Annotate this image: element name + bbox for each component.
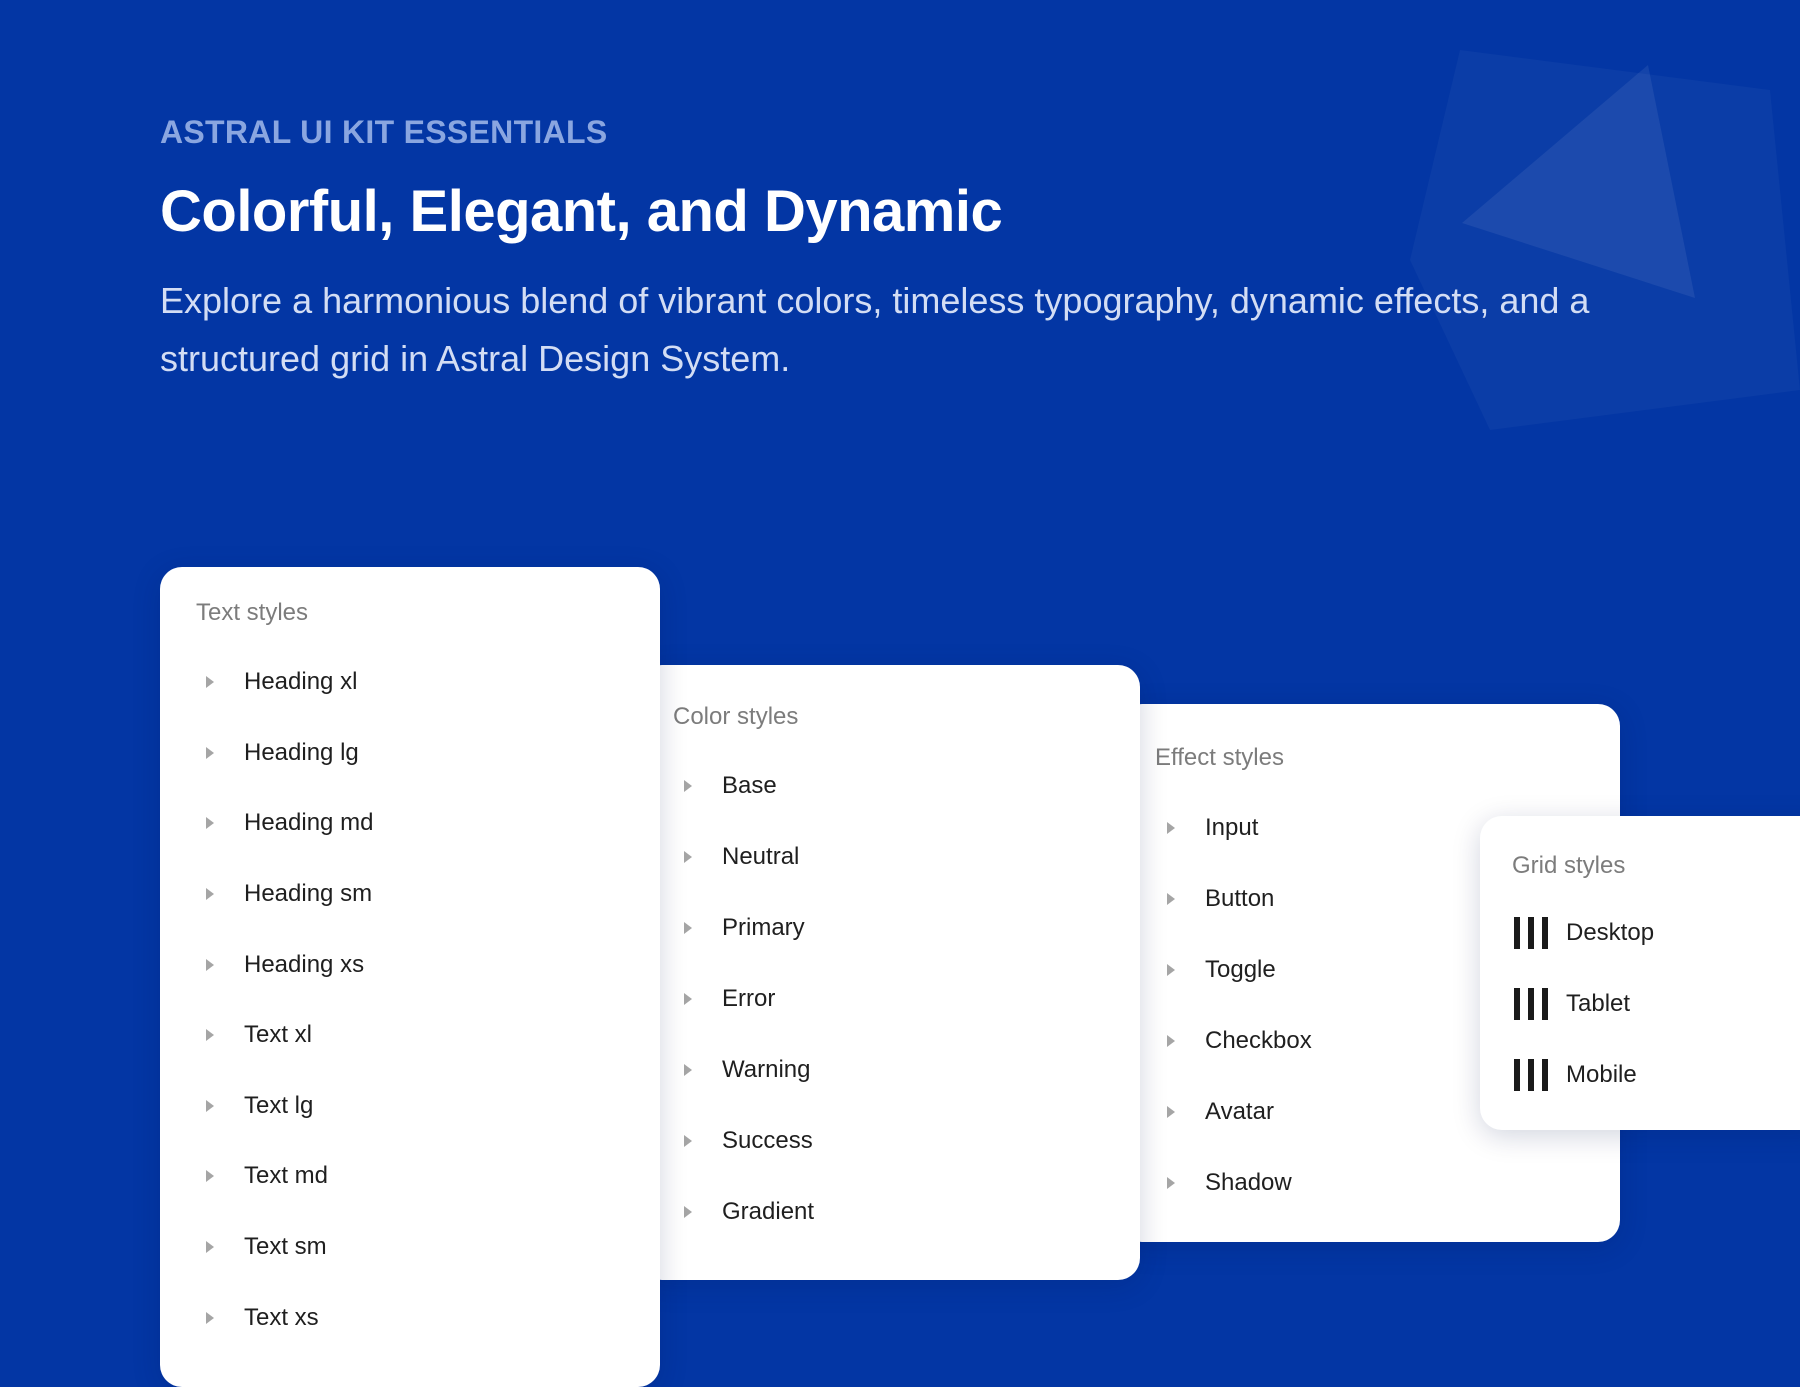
caret-right-icon <box>1167 1035 1175 1047</box>
color-style-gradient[interactable]: Gradient <box>670 1192 814 1232</box>
grid-columns-icon <box>1514 917 1548 949</box>
item-label: Text xl <box>244 1021 313 1048</box>
item-label: Heading xs <box>244 951 365 978</box>
item-label: Error <box>722 985 776 1012</box>
color-styles-panel: Color styles Base Neutral Primary Error … <box>640 665 1140 1280</box>
text-style-heading-md[interactable]: Heading md <box>192 803 373 843</box>
hero-eyebrow: ASTRAL UI KIT ESSENTIALS <box>160 114 608 150</box>
item-label: Text md <box>244 1162 329 1189</box>
item-label: Heading lg <box>244 739 359 766</box>
caret-right-icon <box>206 817 214 829</box>
item-label: Button <box>1205 885 1275 912</box>
panel-title: Color styles <box>673 703 799 730</box>
item-label: Checkbox <box>1205 1027 1312 1054</box>
caret-right-icon <box>206 1029 214 1041</box>
caret-right-icon <box>206 1312 214 1324</box>
text-style-heading-xs[interactable]: Heading xs <box>192 945 364 985</box>
item-label: Base <box>722 772 777 799</box>
effect-style-avatar[interactable]: Avatar <box>1153 1092 1274 1132</box>
item-label: Heading md <box>244 809 374 836</box>
panel-title: Grid styles <box>1512 852 1626 879</box>
grid-style-mobile[interactable]: Mobile <box>1512 1055 1637 1095</box>
item-label: Shadow <box>1205 1169 1292 1196</box>
item-label: Heading xl <box>244 668 358 695</box>
text-style-text-xs[interactable]: Text xs <box>192 1298 319 1338</box>
text-style-heading-sm[interactable]: Heading sm <box>192 874 372 914</box>
item-label: Primary <box>722 914 805 941</box>
item-label: Input <box>1205 814 1259 841</box>
grid-columns-icon <box>1514 988 1548 1020</box>
color-style-primary[interactable]: Primary <box>670 908 805 948</box>
caret-right-icon <box>1167 964 1175 976</box>
item-label: Text xs <box>244 1304 319 1331</box>
item-label: Mobile <box>1566 1061 1637 1088</box>
caret-right-icon <box>684 922 692 934</box>
text-style-text-sm[interactable]: Text sm <box>192 1227 327 1267</box>
caret-right-icon <box>1167 1177 1175 1189</box>
caret-right-icon <box>206 1100 214 1112</box>
item-label: Text sm <box>244 1233 327 1260</box>
color-style-base[interactable]: Base <box>670 766 777 806</box>
item-label: Text lg <box>244 1092 314 1119</box>
text-styles-panel: Text styles Heading xl Heading lg Headin… <box>160 567 660 1387</box>
color-style-success[interactable]: Success <box>670 1121 813 1161</box>
text-style-text-lg[interactable]: Text lg <box>192 1086 313 1126</box>
caret-right-icon <box>684 780 692 792</box>
caret-right-icon <box>1167 1106 1175 1118</box>
effect-style-button[interactable]: Button <box>1153 879 1274 919</box>
caret-right-icon <box>206 676 214 688</box>
item-label: Success <box>722 1127 813 1154</box>
caret-right-icon <box>684 1064 692 1076</box>
text-style-text-md[interactable]: Text md <box>192 1156 328 1196</box>
panel-title: Effect styles <box>1155 744 1284 771</box>
grid-styles-panel: Grid styles Desktop Tablet Mobile <box>1480 816 1800 1130</box>
hero-description: Explore a harmonious blend of vibrant co… <box>160 280 1590 379</box>
effect-style-input[interactable]: Input <box>1153 808 1258 848</box>
caret-right-icon <box>206 1241 214 1253</box>
effect-style-shadow[interactable]: Shadow <box>1153 1163 1292 1203</box>
caret-right-icon <box>684 993 692 1005</box>
effect-style-checkbox[interactable]: Checkbox <box>1153 1021 1312 1061</box>
caret-right-icon <box>684 851 692 863</box>
caret-right-icon <box>1167 893 1175 905</box>
item-label: Neutral <box>722 843 800 870</box>
text-style-text-xl[interactable]: Text xl <box>192 1015 312 1055</box>
item-label: Heading sm <box>244 880 373 907</box>
caret-right-icon <box>206 959 214 971</box>
color-style-error[interactable]: Error <box>670 979 775 1019</box>
color-style-warning[interactable]: Warning <box>670 1050 810 1090</box>
item-label: Warning <box>722 1056 811 1083</box>
text-style-heading-xl[interactable]: Heading xl <box>192 662 357 702</box>
item-label: Toggle <box>1205 956 1276 983</box>
effect-style-toggle[interactable]: Toggle <box>1153 950 1276 990</box>
item-label: Desktop <box>1566 919 1655 946</box>
caret-right-icon <box>684 1206 692 1218</box>
item-label: Tablet <box>1566 990 1631 1017</box>
hero-headline: Colorful, Elegant, and Dynamic <box>160 179 1003 244</box>
grid-style-desktop[interactable]: Desktop <box>1512 913 1654 953</box>
item-label: Avatar <box>1205 1098 1274 1125</box>
caret-right-icon <box>206 888 214 900</box>
color-style-neutral[interactable]: Neutral <box>670 837 799 877</box>
item-label: Gradient <box>722 1198 815 1225</box>
caret-right-icon <box>1167 822 1175 834</box>
text-style-heading-lg[interactable]: Heading lg <box>192 733 359 773</box>
grid-style-tablet[interactable]: Tablet <box>1512 984 1630 1024</box>
grid-columns-icon <box>1514 1059 1548 1091</box>
caret-right-icon <box>206 747 214 759</box>
caret-right-icon <box>684 1135 692 1147</box>
caret-right-icon <box>206 1170 214 1182</box>
panel-title: Text styles <box>196 599 309 626</box>
